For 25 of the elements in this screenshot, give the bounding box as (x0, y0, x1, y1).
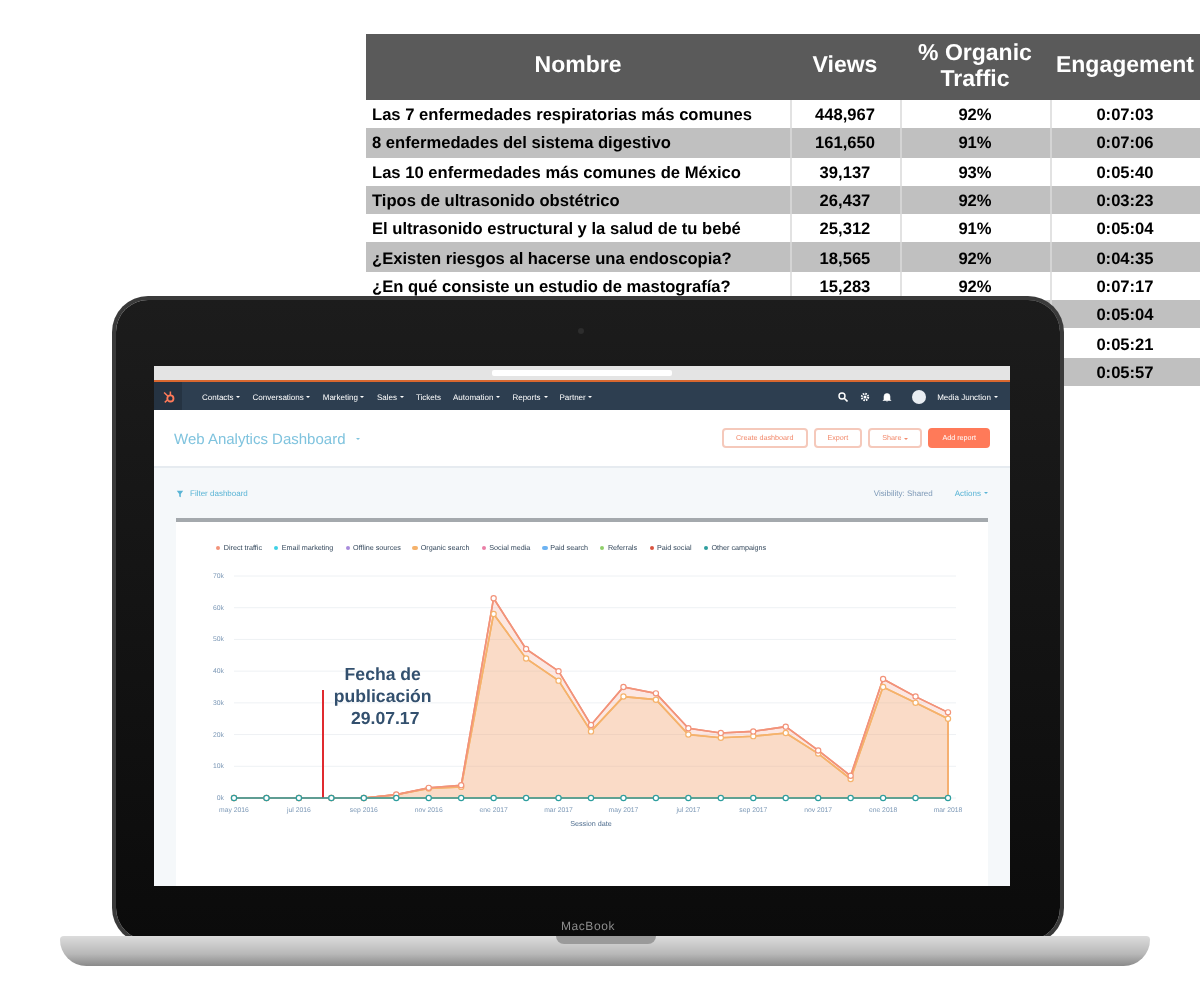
column-header: % Organic Traffic (900, 34, 1050, 100)
table-cell: 92% (900, 185, 1050, 215)
sprocket-icon[interactable] (154, 382, 182, 410)
table-cell: ¿Existen riesgos al hacerse una endoscopia? (366, 242, 790, 272)
chart-annotation: Fecha de publicación 29.07.17 (333, 664, 432, 728)
settings-icon[interactable] (859, 391, 870, 401)
search-icon[interactable] (837, 391, 848, 401)
table-cell: 0:07:06 (1050, 128, 1200, 158)
table-cell: 18,565 (790, 242, 900, 272)
bell-icon[interactable] (881, 391, 892, 401)
column-header: Views (790, 34, 900, 100)
table-cell: 92% (900, 242, 1050, 272)
table-cell: Tipos de ultrasonido obstétrico (366, 185, 790, 215)
table-cell: 161,650 (790, 128, 900, 158)
column-header: Engagement (1050, 34, 1200, 100)
table-cell: 0:04:35 (1050, 242, 1200, 272)
table-cell: 0:03:23 (1050, 185, 1200, 215)
table-cell: 0:05:04 (1050, 300, 1200, 329)
column-header: Nombre (366, 34, 790, 100)
table-cell: 8 enfermedades del sistema digestivo (366, 128, 790, 158)
table-cell: 91% (900, 128, 1050, 158)
avatar-icon[interactable] (911, 389, 926, 403)
table-cell: 26,437 (790, 185, 900, 215)
marker-line (321, 690, 325, 798)
filter-icon (176, 489, 184, 497)
